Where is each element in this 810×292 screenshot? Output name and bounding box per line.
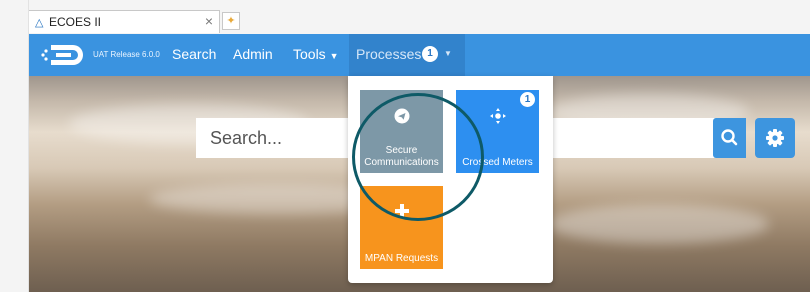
processes-count-badge: 1 — [422, 46, 438, 62]
top-navbar: UAT Release 6.0.0 Search Admin Tools ▼ P… — [29, 34, 810, 76]
caret-down-icon: ▼ — [444, 49, 452, 58]
ecoes-favicon-icon: △ — [35, 17, 44, 29]
close-tab-icon[interactable]: × — [205, 13, 213, 29]
nav-admin[interactable]: Admin — [233, 46, 273, 62]
new-tab-icon[interactable]: ✦ — [222, 12, 240, 30]
nav-search[interactable]: Search — [172, 46, 216, 62]
nav-processes-label: Processes — [356, 46, 422, 62]
search-button[interactable] — [713, 118, 746, 158]
crossed-meters-count-badge: 1 — [520, 92, 535, 107]
nav-tools[interactable]: Tools ▼ — [293, 46, 339, 62]
nav-tools-label: Tools — [293, 46, 326, 62]
search-icon — [721, 129, 738, 146]
highlight-circle — [352, 93, 484, 221]
nav-processes[interactable]: Processes 1 ▼ — [349, 34, 465, 76]
window-left-rail — [0, 0, 29, 292]
tile-label: MPAN Requests — [364, 253, 439, 264]
background-cloud — [549, 204, 769, 244]
browser-tab[interactable]: △ ECOES II × — [28, 10, 220, 33]
ecoes-logo-icon[interactable] — [39, 42, 85, 68]
browser-tab-strip: △ ECOES II × ✦ — [0, 0, 810, 34]
caret-down-icon: ▼ — [329, 51, 339, 61]
gear-icon — [766, 129, 784, 147]
release-label: UAT Release 6.0.0 — [93, 50, 160, 59]
browser-tab-title: ECOES II — [49, 15, 102, 29]
page-viewport: UAT Release 6.0.0 Search Admin Tools ▼ P… — [29, 34, 810, 292]
settings-button[interactable] — [755, 118, 795, 158]
